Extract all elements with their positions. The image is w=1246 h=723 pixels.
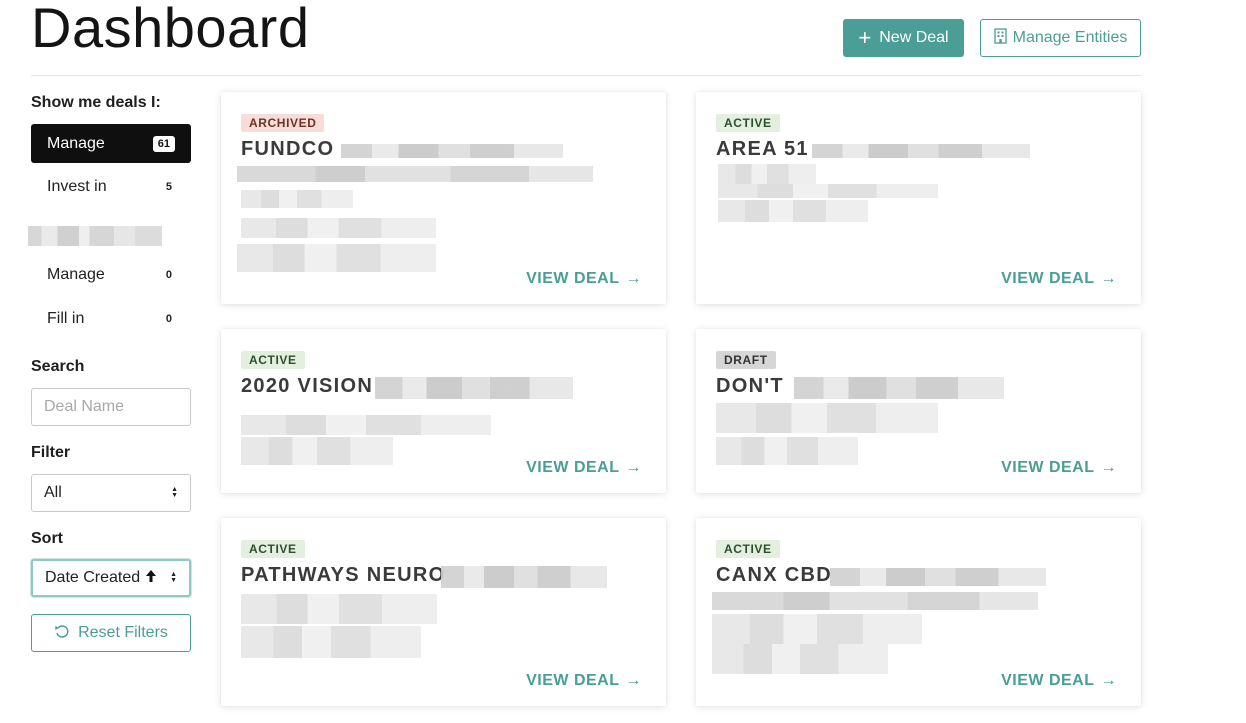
view-deal-link[interactable]: VIEW DEAL → — [526, 672, 642, 690]
organization-name-redacted — [28, 226, 162, 246]
view-deal-label: VIEW DEAL — [1001, 459, 1095, 476]
search-field — [31, 388, 191, 426]
filter-select[interactable]: All ▲ ▼ — [31, 474, 191, 512]
sidebar-item-count: 0 — [165, 312, 172, 325]
deal-name: 2020 VISION — [241, 375, 374, 397]
search-label: Search — [31, 358, 85, 375]
view-deal-link[interactable]: VIEW DEAL → — [1001, 672, 1117, 690]
deal-card[interactable]: ACTIVE AREA 51 VIEW DEAL → — [696, 92, 1141, 304]
deal-card[interactable]: DRAFT DON'T VIEW DEAL → — [696, 329, 1141, 493]
view-deal-label: VIEW DEAL — [1001, 270, 1095, 287]
sidebar-item-label: Manage — [47, 134, 105, 152]
select-arrows-icon: ▲ ▼ — [170, 571, 177, 584]
building-icon — [993, 27, 1007, 49]
redacted-text — [375, 377, 573, 399]
manage-entities-label: Manage Entities — [1012, 29, 1128, 46]
deal-card[interactable]: ARCHIVED FUNDCO VIEW DEAL → — [221, 92, 666, 304]
redacted-text — [341, 144, 563, 158]
sidebar-item-org-manage[interactable]: Manage 0 — [31, 255, 191, 294]
deal-card[interactable]: ACTIVE PATHWAYS NEURO VIEW DEAL → — [221, 518, 666, 706]
redacted-text — [812, 144, 1030, 158]
redacted-text — [718, 200, 868, 222]
view-deal-link[interactable]: VIEW DEAL → — [526, 459, 642, 477]
sidebar-item-org-fill-in[interactable]: Fill in 0 — [31, 299, 191, 338]
sidebar-item-label: Manage — [47, 265, 105, 283]
header-divider — [31, 75, 1141, 76]
deal-name: CANX CBD — [716, 564, 832, 586]
reset-filters-label: Reset Filters — [78, 624, 168, 641]
redacted-text — [718, 164, 816, 184]
sidebar-item-count: 61 — [152, 135, 175, 152]
sidebar-item-label: Fill in — [47, 309, 85, 327]
plus-icon: + — [858, 25, 872, 50]
deal-name: PATHWAYS NEURO — [241, 564, 446, 586]
redacted-text — [241, 190, 353, 208]
sort-select[interactable]: Date Created ▲ ▼ — [31, 559, 191, 597]
deal-name: DON'T — [716, 375, 784, 397]
page-title: Dashboard — [31, 0, 310, 59]
redacted-text — [718, 184, 938, 198]
view-deal-link[interactable]: VIEW DEAL → — [1001, 459, 1117, 477]
arrow-up-icon — [145, 569, 157, 588]
view-deal-label: VIEW DEAL — [526, 270, 620, 287]
status-badge: ACTIVE — [241, 540, 305, 558]
sidebar-item-invest-in[interactable]: Invest in 5 — [31, 167, 191, 206]
deal-name: FUNDCO — [241, 138, 335, 160]
status-badge: ACTIVE — [716, 540, 780, 558]
redacted-text — [716, 437, 858, 465]
redacted-text — [712, 614, 922, 644]
sort-value-wrap: Date Created — [45, 569, 157, 588]
redacted-text — [241, 415, 491, 435]
redacted-text — [241, 437, 393, 465]
status-badge: ACTIVE — [241, 351, 305, 369]
deal-card[interactable]: ACTIVE CANX CBD VIEW DEAL → — [696, 518, 1141, 706]
arrow-right-icon: → — [1100, 459, 1117, 476]
new-deal-label: New Deal — [879, 29, 949, 46]
view-deal-label: VIEW DEAL — [526, 459, 620, 476]
redacted-text — [712, 592, 1038, 610]
sort-value: Date Created — [45, 569, 141, 586]
redacted-text — [716, 403, 938, 433]
show-me-label: Show me deals I: — [31, 94, 161, 111]
arrow-right-icon: → — [625, 459, 642, 476]
redacted-text — [241, 218, 436, 238]
view-deal-link[interactable]: VIEW DEAL → — [1001, 270, 1117, 288]
sidebar-item-label: Invest in — [47, 177, 107, 195]
arrow-right-icon: → — [625, 672, 642, 689]
deal-name: AREA 51 — [716, 138, 809, 160]
new-deal-button[interactable]: + New Deal — [843, 19, 964, 57]
redacted-text — [237, 166, 593, 182]
deal-card[interactable]: ACTIVE 2020 VISION VIEW DEAL → — [221, 329, 666, 493]
view-deal-label: VIEW DEAL — [526, 672, 620, 689]
select-arrows-icon: ▲ ▼ — [171, 486, 178, 499]
redacted-text — [712, 644, 888, 674]
filter-value: All — [44, 484, 62, 501]
sidebar-item-manage[interactable]: Manage 61 — [31, 124, 191, 163]
arrow-right-icon: → — [625, 270, 642, 287]
filter-label: Filter — [31, 444, 71, 461]
status-badge: DRAFT — [716, 351, 776, 369]
redacted-text — [794, 377, 1004, 399]
view-deal-label: VIEW DEAL — [1001, 672, 1095, 689]
redacted-text — [241, 626, 421, 658]
reset-filters-button[interactable]: Reset Filters — [31, 614, 191, 652]
arrow-right-icon: → — [1100, 270, 1117, 287]
arrow-right-icon: → — [1100, 672, 1117, 689]
status-badge: ACTIVE — [716, 114, 780, 132]
undo-icon — [54, 623, 70, 644]
redacted-text — [241, 594, 437, 624]
search-input[interactable] — [44, 398, 178, 416]
status-badge: ARCHIVED — [241, 114, 325, 132]
redacted-text — [441, 566, 607, 588]
redacted-text — [237, 244, 436, 272]
view-deal-link[interactable]: VIEW DEAL → — [526, 270, 642, 288]
sidebar-item-count: 0 — [165, 268, 172, 281]
sort-label: Sort — [31, 530, 63, 547]
sidebar-item-count: 5 — [165, 180, 172, 193]
manage-entities-button[interactable]: Manage Entities — [980, 19, 1141, 57]
redacted-text — [830, 568, 1046, 586]
